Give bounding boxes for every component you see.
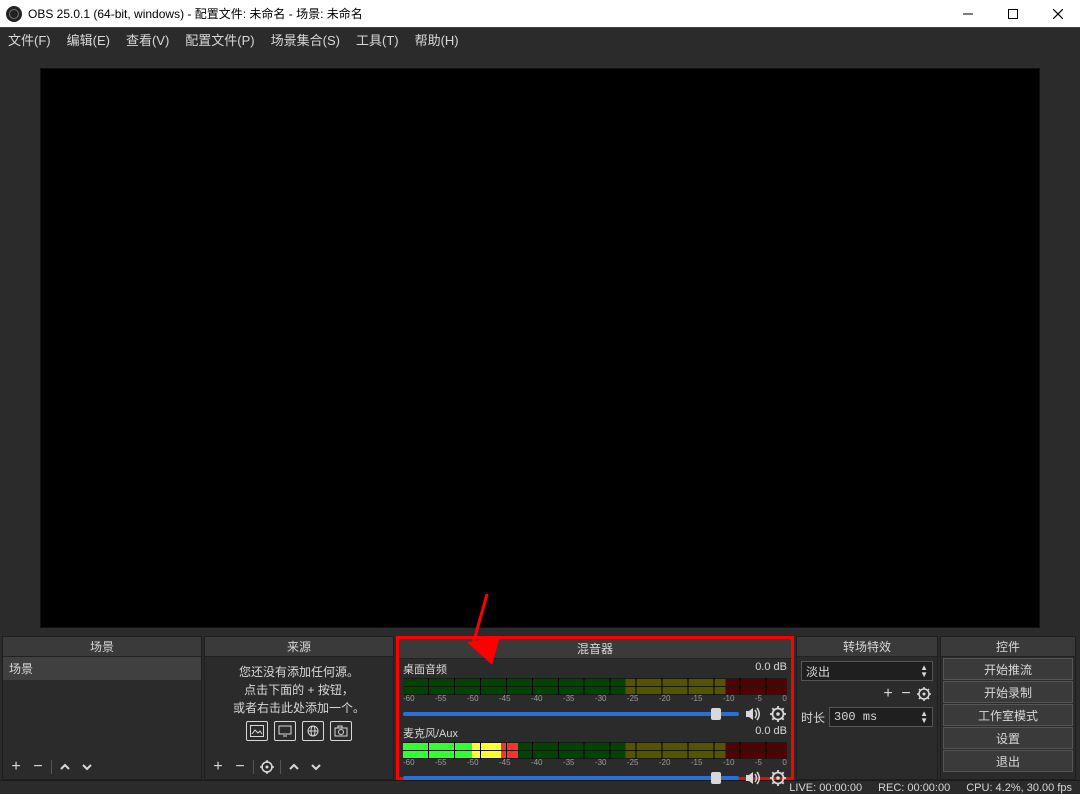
mixer-body: 桌面音频 0.0 dB -60-55-50-45-40-35-30-25-20-…: [399, 659, 791, 787]
separator: [51, 760, 52, 774]
menu-bar: 文件(F) 编辑(E) 查看(V) 配置文件(P) 场景集合(S) 工具(T) …: [0, 28, 1080, 54]
obs-logo-icon: [6, 6, 22, 22]
menu-scene-collection[interactable]: 场景集合(S): [263, 28, 348, 54]
sources-add-button[interactable]: +: [209, 758, 227, 776]
dock-sources: 来源 您还没有添加任何源。 点击下面的 + 按钮， 或者右击此处添加一个。 + …: [204, 636, 394, 780]
dock-mixer-title[interactable]: 混音器: [399, 639, 791, 659]
scenes-add-button[interactable]: +: [7, 758, 25, 776]
sources-move-down-button[interactable]: [307, 758, 325, 776]
transition-select[interactable]: 淡出 ▲▼: [801, 661, 933, 681]
mixer-channel-name: 麦克风/Aux: [403, 725, 458, 741]
menu-file[interactable]: 文件(F): [0, 28, 59, 54]
control-button-1[interactable]: 开始录制: [943, 681, 1073, 703]
sources-move-up-button[interactable]: [285, 758, 303, 776]
scene-item[interactable]: 场景: [3, 657, 201, 680]
dock-scenes: 场景 场景 + −: [2, 636, 202, 780]
menu-profile[interactable]: 配置文件(P): [177, 28, 262, 54]
mixer-meter: [403, 742, 787, 759]
preview-canvas[interactable]: [40, 68, 1040, 628]
preview-area: [0, 54, 1080, 636]
mixer-volume-slider[interactable]: [403, 776, 739, 780]
controls-body: 开始推流开始录制工作室模式设置退出: [941, 657, 1075, 779]
transition-duration-input[interactable]: 300 ms ▲▼: [829, 707, 933, 727]
transitions-body: 淡出 ▲▼ + − 时长 300 ms ▲▼: [797, 657, 937, 779]
dock-controls: 控件 开始推流开始录制工作室模式设置退出: [940, 636, 1076, 780]
window-titlebar: OBS 25.0.1 (64-bit, windows) - 配置文件: 未命名…: [0, 0, 1080, 28]
dock-scenes-title[interactable]: 场景: [3, 637, 201, 657]
menu-tools[interactable]: 工具(T): [348, 28, 407, 54]
sources-properties-button[interactable]: [258, 758, 276, 776]
source-type-camera-icon: [330, 721, 352, 741]
dock-sources-title[interactable]: 来源: [205, 637, 393, 657]
status-cpu: CPU: 4.2%, 30.00 fps: [966, 781, 1072, 794]
scenes-remove-button[interactable]: −: [29, 758, 47, 776]
mixer-meter-labels: -60-55-50-45-40-35-30-25-20-15-10-50: [403, 758, 787, 767]
gear-icon[interactable]: [769, 769, 787, 787]
sources-empty-text: 您还没有添加任何源。 点击下面的 + 按钮， 或者右击此处添加一个。: [205, 657, 393, 747]
speaker-icon[interactable]: [745, 705, 763, 723]
sources-toolbar: + −: [205, 755, 393, 779]
mixer-volume-slider[interactable]: [403, 712, 739, 716]
speaker-icon[interactable]: [745, 769, 763, 787]
scenes-move-down-button[interactable]: [78, 758, 96, 776]
transition-add-button[interactable]: +: [879, 685, 897, 703]
transition-duration-value: 300 ms: [834, 710, 877, 724]
status-live: LIVE: 00:00:00: [789, 781, 862, 794]
control-button-4[interactable]: 退出: [943, 750, 1073, 772]
chevron-updown-icon: ▲▼: [920, 664, 928, 678]
transition-duration-label: 时长: [801, 709, 825, 726]
menu-edit[interactable]: 编辑(E): [59, 28, 118, 54]
sources-remove-button[interactable]: −: [231, 758, 249, 776]
sources-empty-l3: 或者右击此处添加一个。: [209, 699, 389, 717]
mixer-meter: [403, 678, 787, 695]
mixer-channel-db: 0.0 dB: [755, 661, 787, 677]
source-type-image-icon: [246, 721, 268, 741]
sources-empty-l2: 点击下面的 + 按钮，: [209, 681, 389, 699]
control-button-2[interactable]: 工作室模式: [943, 704, 1073, 726]
dock-controls-title[interactable]: 控件: [941, 637, 1075, 657]
menu-help[interactable]: 帮助(H): [407, 28, 467, 54]
dock-transitions-title[interactable]: 转场特效: [797, 637, 937, 657]
spinner-icon[interactable]: ▲▼: [920, 710, 928, 724]
transition-properties-button[interactable]: [915, 685, 933, 703]
mixer-channel-db: 0.0 dB: [755, 725, 787, 741]
control-button-0[interactable]: 开始推流: [943, 658, 1073, 680]
dock-mixer: 混音器 桌面音频 0.0 dB -60-55-50-45-40-35-30-25…: [396, 636, 794, 780]
sources-empty-l1: 您还没有添加任何源。: [209, 663, 389, 681]
mixer-channel-name: 桌面音频: [403, 661, 447, 677]
status-rec: REC: 00:00:00: [878, 781, 950, 794]
scenes-toolbar: + −: [3, 755, 201, 779]
dock-transitions: 转场特效 淡出 ▲▼ + − 时长: [796, 636, 938, 780]
window-title: OBS 25.0.1 (64-bit, windows) - 配置文件: 未命名…: [28, 5, 945, 22]
separator: [280, 760, 281, 774]
control-button-3[interactable]: 设置: [943, 727, 1073, 749]
scenes-move-up-button[interactable]: [56, 758, 74, 776]
mixer-meter-labels: -60-55-50-45-40-35-30-25-20-15-10-50: [403, 694, 787, 703]
workspace: 场景 场景 + − 来源 您还没有添加任何源。 点击下面的 + 按钮， 或者右击…: [0, 54, 1080, 780]
gear-icon[interactable]: [769, 705, 787, 723]
scenes-list[interactable]: 场景: [3, 657, 201, 755]
sources-list[interactable]: 您还没有添加任何源。 点击下面的 + 按钮， 或者右击此处添加一个。: [205, 657, 393, 755]
window-maximize-button[interactable]: [990, 0, 1035, 28]
transition-remove-button[interactable]: −: [897, 685, 915, 703]
dock-row: 场景 场景 + − 来源 您还没有添加任何源。 点击下面的 + 按钮， 或者右击…: [0, 636, 1080, 780]
source-type-display-icon: [274, 721, 296, 741]
menu-view[interactable]: 查看(V): [118, 28, 177, 54]
transition-select-value: 淡出: [806, 663, 830, 680]
source-type-globe-icon: [302, 721, 324, 741]
window-close-button[interactable]: [1035, 0, 1080, 28]
slider-thumb[interactable]: [711, 772, 721, 784]
separator: [253, 760, 254, 774]
mixer-channel: 麦克风/Aux 0.0 dB -60-55-50-45-40-35-30-25-…: [399, 723, 791, 787]
window-minimize-button[interactable]: [945, 0, 990, 28]
mixer-channel: 桌面音频 0.0 dB -60-55-50-45-40-35-30-25-20-…: [399, 659, 791, 723]
slider-thumb[interactable]: [711, 708, 721, 720]
